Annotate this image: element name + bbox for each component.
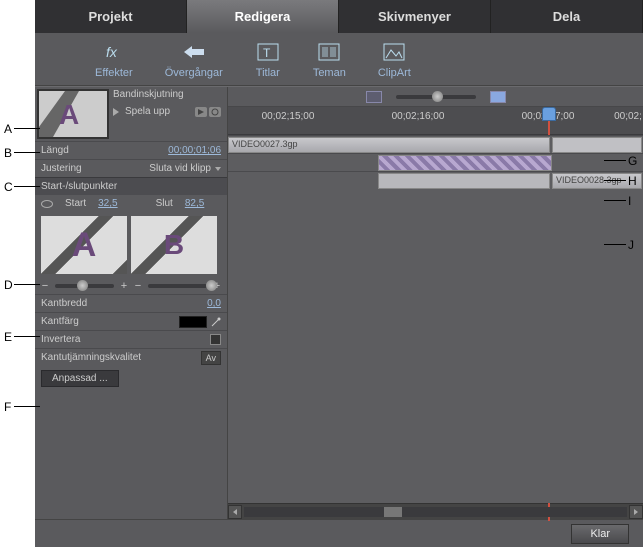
edit-toolbar: fx Effekter Övergångar T Titlar Teman <box>35 33 643 86</box>
titlar-icon: T <box>255 41 281 63</box>
annotation-H: H <box>628 174 637 188</box>
start-label: Start <box>65 198 86 209</box>
tab-dela[interactable]: Dela <box>491 0 643 33</box>
custom-button[interactable]: Anpassad ... <box>41 370 119 387</box>
ruler-tick: 00;02;15;00 <box>262 111 315 122</box>
svg-text:T: T <box>263 46 271 60</box>
border-width-value[interactable]: 0,0 <box>207 298 221 309</box>
transition-panel: A Bandinskjutning Spela upp <box>35 87 228 519</box>
ruler-tick: 00;02;16;00 <box>392 111 445 122</box>
clip-video-a[interactable]: VIDEO0027.3gp <box>228 137 550 153</box>
svg-text:fx: fx <box>106 44 118 60</box>
scrollbar-thumb[interactable] <box>384 507 402 517</box>
tool-titlar[interactable]: T Titlar <box>255 41 281 79</box>
start-end-header: Start-/slutpunkter <box>35 177 227 195</box>
tab-skivmenyer[interactable]: Skivmenyer <box>339 0 491 33</box>
anti-alias-label: Kantutjämningskvalitet <box>41 352 201 363</box>
length-label: Längd <box>41 145 168 156</box>
tool-effekter[interactable]: fx Effekter <box>95 41 133 79</box>
done-button[interactable]: Klar <box>571 524 629 544</box>
start-minus-icon[interactable]: − <box>41 280 49 292</box>
scroll-right-icon[interactable] <box>629 505 643 519</box>
visibility-icon[interactable] <box>41 200 53 208</box>
annotation-D: D <box>4 278 13 292</box>
annotation-G: G <box>628 154 637 168</box>
annotation-F: F <box>4 400 11 414</box>
invert-label: Invertera <box>41 334 210 345</box>
end-thumb[interactable]: B <box>131 216 217 274</box>
playhead-cap-icon[interactable] <box>542 107 556 121</box>
main-tabs: Projekt Redigera Skivmenyer Dela <box>35 0 643 33</box>
play-label: Spela upp <box>125 106 170 117</box>
timeline-panel: 00;02;15;00 00;02;16;00 00;02;17;00 00;0… <box>228 87 643 519</box>
tab-redigera[interactable]: Redigera <box>187 0 339 33</box>
ruler-tick: 00;02; <box>614 111 642 122</box>
overgangar-label: Övergångar <box>165 67 223 79</box>
annotation-E: E <box>4 330 12 344</box>
border-color-swatch[interactable] <box>179 316 207 328</box>
annotation-C: C <box>4 180 13 194</box>
invert-checkbox[interactable] <box>210 334 221 345</box>
clip-tail[interactable] <box>552 137 642 153</box>
overgangar-icon <box>181 41 207 63</box>
start-plus-icon[interactable]: + <box>120 280 128 292</box>
teman-label: Teman <box>313 67 346 79</box>
border-color-label: Kantfärg <box>41 316 179 327</box>
tool-clipart[interactable]: ClipArt <box>378 41 411 79</box>
play-button[interactable] <box>195 107 207 117</box>
transition-name: Bandinskjutning <box>113 89 221 100</box>
end-slider[interactable] <box>148 284 207 288</box>
time-ruler[interactable]: 00;02;15;00 00;02;16;00 00;02;17;00 00;0… <box>228 107 643 135</box>
scrollbar-track[interactable] <box>244 507 627 517</box>
clipart-icon <box>381 41 407 63</box>
end-value[interactable]: 82,5 <box>185 198 204 209</box>
playhead[interactable] <box>542 107 556 134</box>
effekter-icon: fx <box>101 41 127 63</box>
annotation-I: I <box>628 194 631 208</box>
eyedropper-icon[interactable] <box>211 317 221 327</box>
zoom-slider[interactable] <box>396 95 476 99</box>
transition-preview-thumb[interactable]: A <box>37 89 109 139</box>
annotation-A: A <box>4 122 12 136</box>
view-timeline-icon[interactable] <box>490 91 506 103</box>
titlar-label: Titlar <box>256 67 280 79</box>
anti-alias-value[interactable]: Av <box>201 351 221 365</box>
start-value[interactable]: 32,5 <box>98 198 117 209</box>
start-slider[interactable] <box>55 284 114 288</box>
annotation-J: J <box>628 238 634 252</box>
border-width-label: Kantbredd <box>41 298 207 309</box>
clip-lead[interactable] <box>378 173 550 189</box>
clipart-label: ClipArt <box>378 67 411 79</box>
teman-icon <box>316 41 342 63</box>
annotation-B: B <box>4 146 12 160</box>
svg-text:A: A <box>59 99 79 130</box>
loop-button[interactable] <box>209 107 221 117</box>
horizontal-scrollbar[interactable] <box>228 503 643 519</box>
tool-teman[interactable]: Teman <box>313 41 346 79</box>
play-indicator-icon <box>113 108 119 116</box>
view-storyboard-icon[interactable] <box>366 91 382 103</box>
scroll-left-icon[interactable] <box>228 505 242 519</box>
tab-projekt[interactable]: Projekt <box>35 0 187 33</box>
end-minus-icon[interactable]: − <box>134 280 142 292</box>
alignment-dropdown[interactable]: Sluta vid klipp <box>126 163 221 174</box>
start-thumb[interactable]: A <box>41 216 127 274</box>
alignment-label: Justering <box>41 163 126 174</box>
length-value[interactable]: 00;00;01;06 <box>168 145 221 156</box>
effekter-label: Effekter <box>95 67 133 79</box>
tool-overgangar[interactable]: Övergångar <box>165 41 223 79</box>
transition-clip[interactable] <box>378 155 552 171</box>
end-label: Slut <box>156 198 173 209</box>
footer: Klar <box>35 519 643 547</box>
tracks-area[interactable]: VIDEO0027.3gp VIDEO0028.3gp <box>228 135 643 503</box>
